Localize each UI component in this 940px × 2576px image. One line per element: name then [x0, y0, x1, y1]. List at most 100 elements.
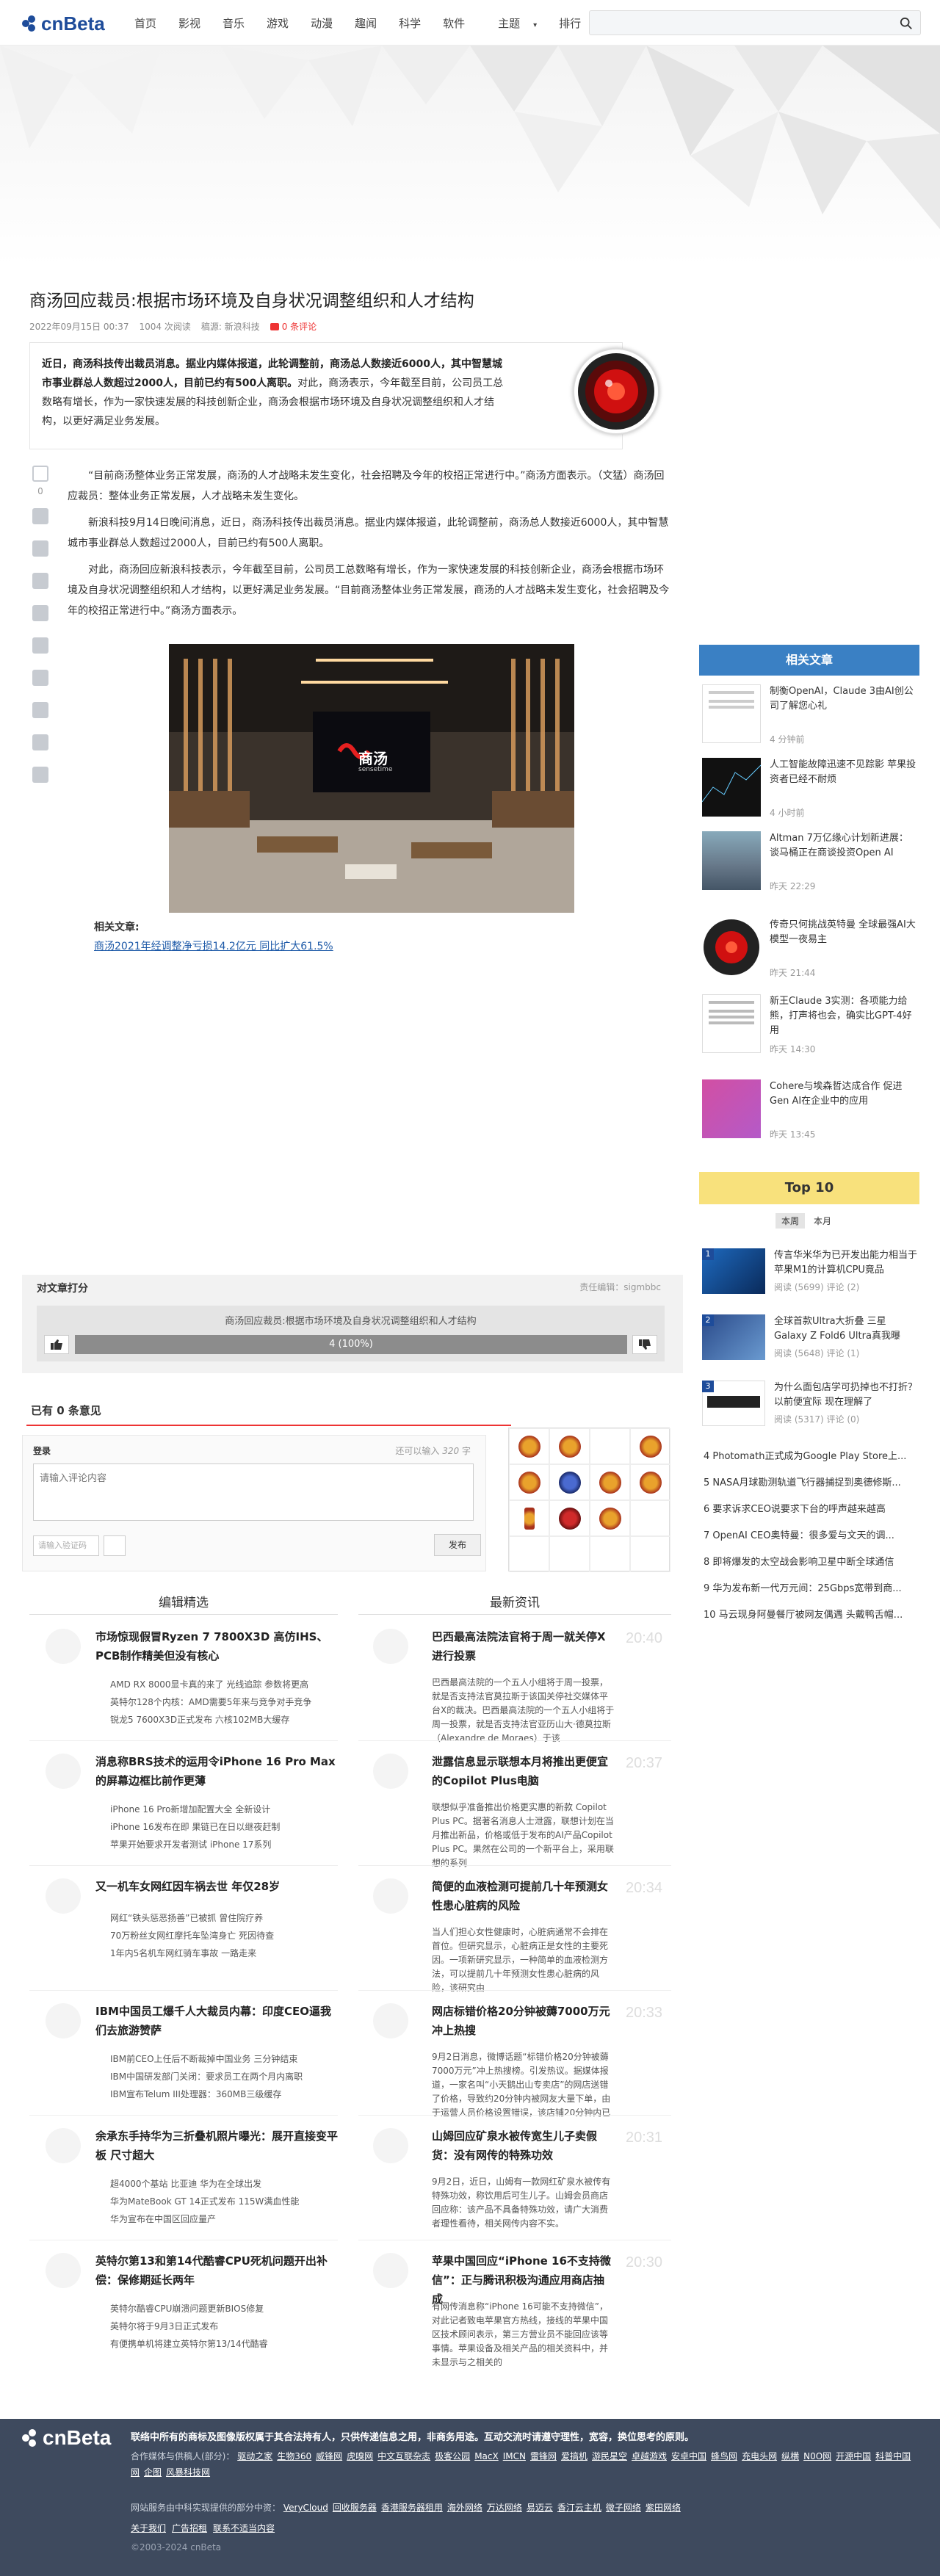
nav-games[interactable]: 游戏 [256, 15, 300, 31]
nav-music[interactable]: 音乐 [212, 15, 256, 31]
ads-link[interactable]: 广告招租 [172, 2523, 207, 2533]
cdn-link[interactable]: 香港服务器租用 [381, 2503, 443, 2513]
emoji-cell[interactable] [590, 1500, 630, 1536]
partner-link[interactable]: MacX [474, 2451, 499, 2461]
nav-anime[interactable]: 动漫 [300, 15, 344, 31]
emoji-cell[interactable] [630, 1428, 670, 1464]
partner-link[interactable]: 风暴科技网 [166, 2467, 210, 2478]
top10-line[interactable]: 7 OpenAI CEO奥特曼：很多爱与文天的调... [704, 1527, 921, 1541]
top10-line[interactable]: 4 Photomath正式成为Google Play Store上... [704, 1448, 921, 1462]
linkedin-icon[interactable] [32, 767, 48, 783]
publish-button[interactable]: 发布 [434, 1534, 481, 1556]
cdn-link[interactable]: 易迈云 [527, 2503, 553, 2513]
partner-link[interactable]: 蜂鸟网 [711, 2451, 737, 2461]
emoji-cell[interactable] [549, 1428, 590, 1464]
top10-line[interactable]: 8 即将爆发的太空战会影响卫星中断全球通信 [704, 1554, 921, 1568]
comment-count-link[interactable]: 0 条评论 [270, 320, 317, 333]
twitter-icon[interactable] [32, 734, 48, 750]
related-article-link[interactable]: 商汤2021年经调整净亏损14.2亿元 同比扩大61.5% [94, 941, 333, 952]
cdn-link[interactable]: 回收服务器 [333, 2503, 377, 2513]
partner-link[interactable]: 生物360 [277, 2451, 311, 2461]
emoji-cell[interactable] [509, 1464, 549, 1500]
thumbs-up-button[interactable] [44, 1335, 69, 1354]
top10-line[interactable]: 6 要求诉求CEO说要求下台的呼声越来越高 [704, 1501, 921, 1515]
sidebar-related-item[interactable]: Cohere与埃森哲达成合作 促进Gen AI在企业中的应用 昨天 13:45 [699, 1079, 919, 1146]
tab-week[interactable]: 本周 [776, 1213, 806, 1229]
qq-icon[interactable] [32, 637, 48, 654]
site-logo[interactable]: cnBeta [22, 12, 105, 35]
top10-line[interactable]: 9 华为发布新一代万元间：25Gbps宽带到商... [704, 1580, 921, 1594]
emoji-cell[interactable] [509, 1536, 549, 1572]
partner-link[interactable]: 威锋网 [316, 2451, 342, 2461]
partner-link[interactable]: 企图 [144, 2467, 162, 2478]
search-input[interactable] [589, 10, 921, 35]
sidebar-related-item[interactable]: 人工智能故障迅速不见踪影 苹果投资者已经不耐烦 4 小时前 [699, 758, 919, 824]
partner-link[interactable]: 充电头网 [742, 2451, 777, 2461]
top10-item[interactable]: 2 全球首款Ultra大折叠 三星Galaxy Z Fold6 Ultra真我曝阅… [701, 1314, 921, 1363]
nav-topics[interactable]: 主题 ▾ [476, 15, 548, 31]
cdn-link[interactable]: 海外网络 [447, 2503, 482, 2513]
report-link[interactable]: 联系不适当内容 [213, 2523, 275, 2533]
top10-item[interactable]: 1 传言华米华为已开发出能力相当于苹果M1的计算机CPU竟品 阅读 (5699) 评… [701, 1248, 921, 1297]
captcha-image[interactable] [104, 1535, 126, 1556]
emoji-cell[interactable] [549, 1536, 590, 1572]
partner-link[interactable]: 安卓中国 [671, 2451, 706, 2461]
partner-link[interactable]: 爱搞机 [561, 2451, 588, 2461]
emoji-cell[interactable] [509, 1500, 549, 1536]
facebook-icon[interactable] [32, 702, 48, 718]
search-icon[interactable] [900, 17, 913, 30]
partner-link[interactable]: 极客公园 [435, 2451, 470, 2461]
nav-software[interactable]: 软件 [432, 15, 476, 31]
partner-link[interactable]: IMCN [503, 2451, 526, 2461]
eye-icon[interactable] [32, 540, 48, 557]
sidebar-related-item[interactable]: 传奇只何挑战英特曼 全球最强AI大模型一夜易主 昨天 21:44 [699, 918, 919, 984]
emoji-cell[interactable] [590, 1464, 630, 1500]
star-icon[interactable] [32, 573, 48, 589]
nav-movies[interactable]: 影视 [167, 15, 212, 31]
partner-link[interactable]: N0O网 [803, 2451, 831, 2461]
cdn-link[interactable]: 微子网络 [606, 2503, 641, 2513]
cdn-link[interactable]: 紫田网络 [646, 2503, 681, 2513]
emoji-cell[interactable] [590, 1428, 630, 1464]
emoji-cell[interactable] [590, 1536, 630, 1572]
emoji-cell[interactable] [509, 1428, 549, 1464]
cdn-link[interactable]: 香汀云主机 [557, 2503, 601, 2513]
sidebar-related-item[interactable]: Altman 7万亿缘心计划新进展：谈马桶正在商谈投资Open AI 昨天 22:… [699, 831, 919, 897]
sidebar-related-item[interactable]: 新王Claude 3实测：各项能力给熊，打声将也会，确实比GPT-4好用 昨天 1… [699, 994, 919, 1060]
partner-link[interactable]: 游民星空 [592, 2451, 627, 2461]
cdn-link[interactable]: 万达网络 [487, 2503, 522, 2513]
login-link[interactable]: 登录 [33, 1444, 51, 1457]
topic-thumbnail[interactable] [573, 348, 659, 435]
nav-fun[interactable]: 趣闻 [344, 15, 388, 31]
sidebar-related-item[interactable]: 制衡OpenAI，Claude 3由AI创公司了解您心礼 4 分钟前 [699, 684, 919, 750]
emoji-cell[interactable] [549, 1500, 590, 1536]
partner-link[interactable]: 卓越游戏 [632, 2451, 667, 2461]
top10-line[interactable]: 5 NASA月球勘测轨道飞行器捕捉到奥德修斯... [704, 1475, 921, 1488]
top10-item[interactable]: 3 为什么面包店学可扔掉也不打折？以前便宜际 现在理解了 阅读 (5317) 评论 … [701, 1381, 921, 1429]
emoji-cell[interactable] [549, 1464, 590, 1500]
like-icon[interactable] [32, 466, 48, 482]
partner-link[interactable]: 中文互联杂志 [377, 2451, 430, 2461]
nav-ranking[interactable]: 排行 [548, 15, 592, 31]
cdn-link[interactable]: VeryCloud [283, 2503, 328, 2513]
emoji-cell[interactable] [630, 1500, 670, 1536]
nav-home[interactable]: 首页 [123, 15, 167, 31]
captcha-input[interactable]: 请输入验证码 [33, 1535, 99, 1556]
emoji-cell[interactable] [630, 1464, 670, 1500]
emoji-cell[interactable] [630, 1536, 670, 1572]
thumbs-down-button[interactable] [632, 1335, 657, 1354]
partner-link[interactable]: 虎嗅网 [347, 2451, 373, 2461]
about-link[interactable]: 关于我们 [131, 2523, 166, 2533]
partner-link[interactable]: 开源中国 [836, 2451, 871, 2461]
comment-textarea[interactable] [33, 1464, 474, 1521]
nav-science[interactable]: 科学 [388, 15, 432, 31]
qzone-icon[interactable] [32, 670, 48, 686]
partner-link[interactable]: 驱动之家 [237, 2451, 272, 2461]
footer-logo[interactable]: cnBeta [22, 2426, 111, 2450]
share-icon[interactable] [32, 508, 48, 524]
wechat-icon[interactable] [32, 605, 48, 621]
partner-link[interactable]: 雷锋网 [530, 2451, 557, 2461]
top10-line[interactable]: 10 马云现身阿曼餐厅被网友偶遇 头戴鸭舌帽... [704, 1607, 921, 1621]
tab-month[interactable]: 本月 [808, 1213, 837, 1229]
partner-link[interactable]: 纵横 [781, 2451, 799, 2461]
